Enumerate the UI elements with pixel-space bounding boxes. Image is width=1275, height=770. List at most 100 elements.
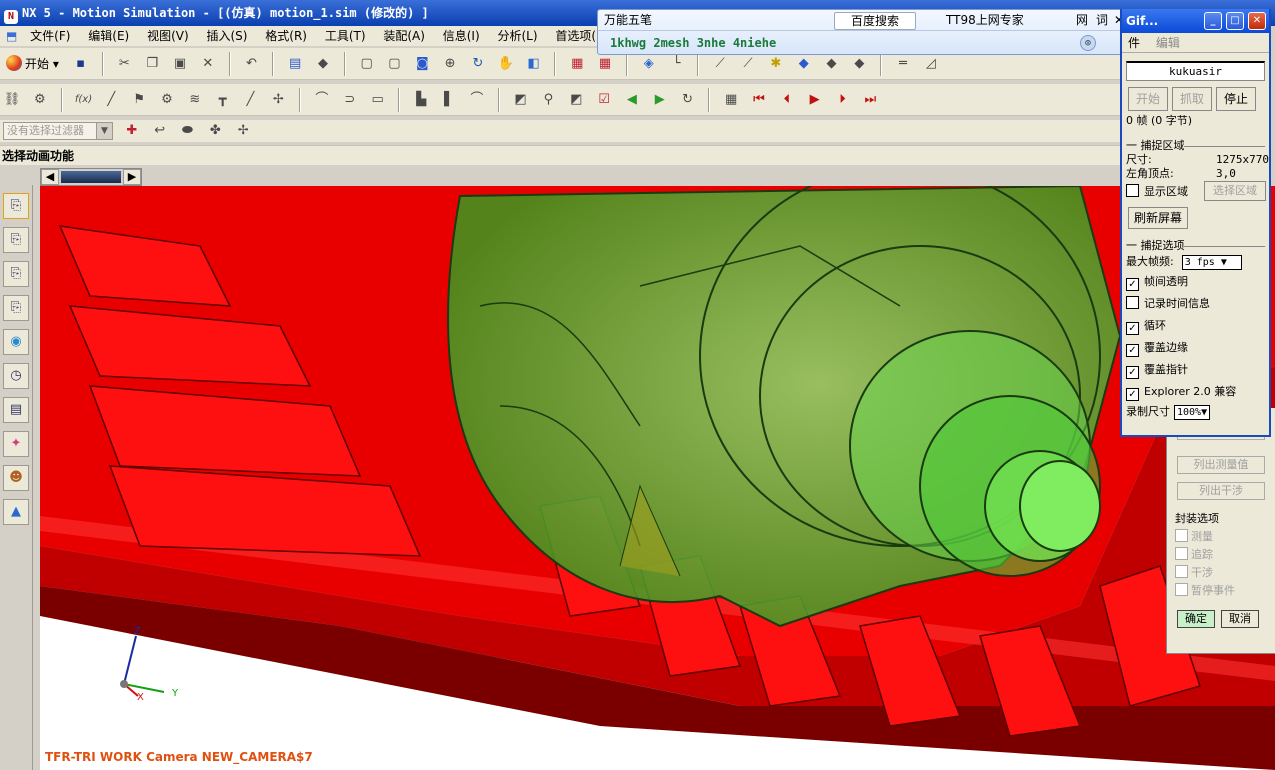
nx-menu-icon[interactable]: ⬒ (0, 26, 19, 46)
cover-pointer-checkbox[interactable]: ✓ 覆盖指针 (1122, 359, 1269, 381)
system-materials-icon[interactable]: ▤ (3, 397, 29, 423)
baidu-search-button[interactable]: 百度搜索 (834, 12, 917, 30)
close-icon[interactable]: ✕ (1248, 12, 1266, 30)
explorer-compat-checkbox[interactable]: ✓ Explorer 2.0 兼容 (1122, 381, 1269, 403)
motion-joint-icon[interactable]: ✱ (765, 53, 787, 75)
menu-view[interactable]: 视图(V) (140, 26, 196, 46)
ime-web-button[interactable]: 网 (1076, 10, 1088, 30)
menu-assembly[interactable]: 装配(A) (376, 26, 432, 46)
gif-menu-edit[interactable]: 编辑 (1150, 36, 1186, 50)
part-nav-icon[interactable]: ⎘ (3, 261, 29, 287)
link-tool-icon[interactable]: ⛓ (1, 89, 23, 111)
history-icon[interactable]: ◷ (3, 363, 29, 389)
undo-icon[interactable]: ↶ (240, 53, 262, 75)
assembly-nav-icon[interactable]: ⎘ (3, 227, 29, 253)
web-browser-icon[interactable]: ◉ (3, 329, 29, 355)
properties-icon[interactable]: ▤ (284, 53, 306, 75)
list-measure-button[interactable]: 列出测量值 (1177, 456, 1265, 474)
snap-icon[interactable]: ✚ (121, 120, 143, 142)
motion-spring-icon[interactable]: ◆ (848, 53, 870, 75)
landscape-icon[interactable]: ▲ (3, 499, 29, 525)
gif-stop-button[interactable]: 停止 (1216, 87, 1256, 111)
layer-icon[interactable]: ▦ (566, 53, 588, 75)
start-button[interactable]: 开始 ▾ (2, 53, 63, 75)
refresh-icon[interactable]: ↻ (677, 89, 699, 111)
menu-file[interactable]: 文件(F) (23, 26, 77, 46)
constraint-icon[interactable]: ⊃ (339, 89, 361, 111)
menu-analysis[interactable]: 分析(L) (490, 26, 544, 46)
function-icon[interactable]: f(x) (72, 89, 94, 111)
bushing-icon[interactable]: ╱ (239, 89, 261, 111)
frame-transparent-checkbox[interactable]: ✓ 帧间透明 (1122, 271, 1269, 293)
pause-event-checkbox[interactable]: 暂停事件 (1175, 582, 1235, 598)
ime-word-button[interactable]: 词 (1096, 10, 1108, 30)
rotate-icon[interactable]: ↻ (467, 53, 489, 75)
motion-marker-icon[interactable]: ◆ (821, 53, 843, 75)
play-icon[interactable]: ▶ (804, 89, 826, 111)
scroll-left-icon[interactable]: ◀ (41, 169, 59, 185)
point-icon[interactable]: ✤ (204, 120, 226, 142)
trace-icon[interactable]: ⚲ (537, 89, 559, 111)
cut-icon[interactable]: ✂ (113, 53, 135, 75)
palette-icon[interactable]: ✦ (3, 431, 29, 457)
orient-icon[interactable]: └ (666, 53, 688, 75)
mechanism-icon[interactable]: ⚙ (29, 89, 51, 111)
menu-format[interactable]: 格式(R) (258, 26, 314, 46)
ok-button[interactable]: 确定 (1177, 610, 1215, 628)
menu-info[interactable]: 信息(I) (436, 26, 487, 46)
trace-checkbox[interactable]: 追踪 (1175, 546, 1213, 562)
angle-icon[interactable]: ◿ (920, 53, 942, 75)
ime-settings-icon[interactable]: ◎ (1080, 35, 1096, 51)
body-icon[interactable]: ▭ (367, 89, 389, 111)
selection-icon[interactable]: ◆ (312, 53, 334, 75)
contact-icon[interactable]: ⌒ (311, 89, 333, 111)
forward-arrow-icon[interactable]: ▶ (649, 89, 671, 111)
gear-icon[interactable]: ⚙ (156, 89, 178, 111)
motion-driver-icon[interactable]: ◆ (793, 53, 815, 75)
line-icon[interactable]: ╱ (100, 89, 122, 111)
record-size-select[interactable]: 100%▼ (1174, 405, 1211, 420)
list-interference-button[interactable]: 列出干涉 (1177, 482, 1265, 500)
rewind-icon[interactable]: ⏮ (748, 89, 770, 111)
roles-icon[interactable]: ☻ (3, 465, 29, 491)
sketch-icon[interactable]: ⟋ (709, 53, 731, 75)
refresh-screen-button[interactable]: 刷新屏幕 (1128, 207, 1189, 229)
step-forward-icon[interactable]: ⏵ (832, 89, 854, 111)
graphics-viewport[interactable]: Z Y X (40, 186, 1275, 770)
zoom-region-icon[interactable]: ◙ (411, 53, 433, 75)
pick-icon[interactable]: ✢ (232, 120, 254, 142)
paste-icon[interactable]: ▣ (169, 53, 191, 75)
shading-icon[interactable]: ◧ (523, 53, 545, 75)
record-time-checkbox[interactable]: 记录时间信息 (1122, 293, 1269, 315)
spring-icon[interactable]: ≋ (184, 89, 206, 111)
snap-arrow-icon[interactable]: ↩ (149, 120, 171, 142)
solution-icon[interactable]: ▌ (438, 89, 460, 111)
blob-icon[interactable]: ⬬ (176, 120, 198, 142)
selection-filter-dropdown[interactable]: 没有选择过滤器 ▼ (3, 122, 113, 140)
maximize-icon[interactable]: □ (1226, 12, 1244, 30)
menu-insert[interactable]: 插入(S) (199, 26, 254, 46)
motion-nav-icon[interactable]: ⎘ (3, 295, 29, 321)
gif-menu-file[interactable]: 件 (1122, 36, 1146, 50)
show-area-checkbox[interactable]: 显示区域 (1126, 184, 1188, 198)
solver-icon[interactable]: ▙ (410, 89, 432, 111)
menu-edit[interactable]: 编辑(E) (81, 26, 136, 46)
menu-tools[interactable]: 工具(T) (318, 26, 373, 46)
copy-icon[interactable]: ❐ (141, 53, 163, 75)
cover-edge-checkbox[interactable]: ✓ 覆盖边缘 (1122, 337, 1269, 359)
force-icon[interactable]: ✢ (267, 89, 289, 111)
delete-icon[interactable]: ✕ (197, 53, 219, 75)
gif-start-button[interactable]: 开始 (1128, 87, 1168, 111)
cancel-button[interactable]: 取消 (1221, 610, 1259, 628)
back-arrow-icon[interactable]: ◀ (621, 89, 643, 111)
scroll-thumb[interactable] (61, 171, 121, 183)
save-icon[interactable]: ▪ (70, 53, 92, 75)
scroll-right-icon[interactable]: ▶ (123, 169, 141, 185)
max-fps-select[interactable]: 3 fps ▼ (1181, 255, 1242, 270)
flag-icon[interactable]: ⚑ (128, 89, 150, 111)
select-area-button[interactable]: 选择区域 (1204, 181, 1266, 201)
navigator-icon[interactable]: ⎘ (3, 193, 29, 219)
graph-icon[interactable]: ◩ (510, 89, 532, 111)
measure-checkbox[interactable]: 测量 (1175, 528, 1213, 544)
result-icon[interactable]: ⌒ (466, 89, 488, 111)
